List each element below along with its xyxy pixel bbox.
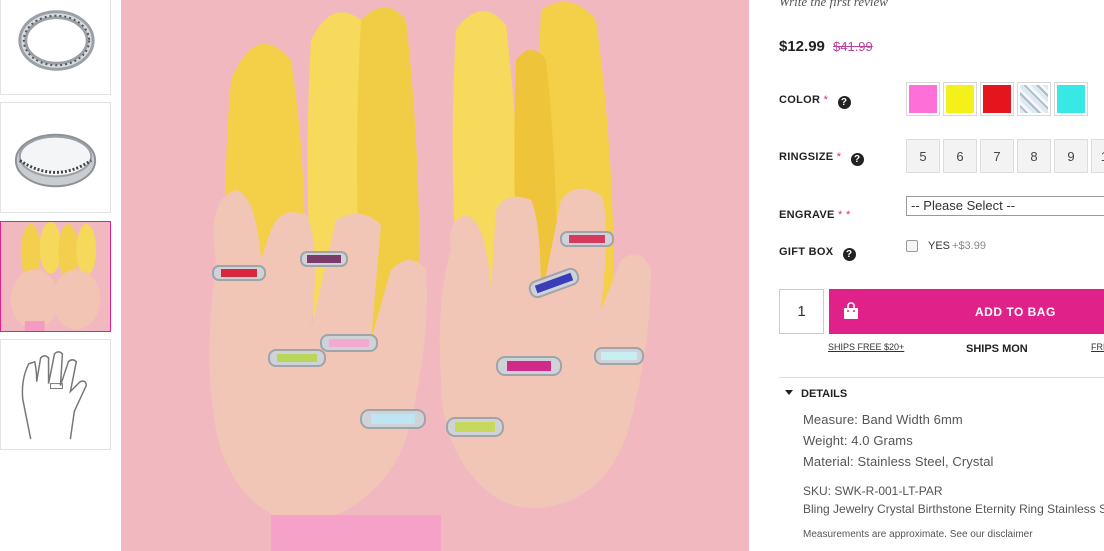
thumbnail-size-guide[interactable] [0,339,111,450]
swatch-crystal-fill [1020,85,1048,113]
color-label-text: COLOR [779,94,821,106]
hands-bananas-thumbnail-image [1,222,110,331]
measurements-disclaimer[interactable]: Measurements are approximate. See our di… [803,529,1033,540]
detail-sku: SKU: SWK-R-001-LT-PAR [803,484,943,498]
giftbox-yes-label: YES [928,240,951,252]
giftbox-price: +$3.99 [952,240,986,252]
thumbnail-ring-front[interactable] [0,0,111,95]
swatch-yellow[interactable] [943,82,977,116]
size-option-7[interactable]: 7 [980,139,1014,173]
swatch-crystal[interactable] [1017,82,1051,116]
size-option-5[interactable]: 5 [906,139,940,173]
ringsize-help-icon[interactable]: ? [850,153,864,166]
caret-down-icon [785,390,793,395]
original-price: $41.99 [833,39,873,54]
swatch-pink[interactable] [906,82,940,116]
quantity-input[interactable]: 1 [779,289,824,334]
hands-with-rings-photo [121,0,749,551]
detail-weight: Weight: 4.0 Grams [803,433,913,448]
details-toggle[interactable]: DETAILS [785,388,847,400]
engrave-select[interactable]: -- Please Select -- [906,196,1104,216]
ringsize-label-text: RINGSIZE [779,151,834,163]
color-help-icon[interactable]: ? [837,96,851,109]
sale-price: $12.99 [779,38,825,55]
detail-measure: Measure: Band Width 6mm [803,412,963,427]
swatch-red-fill [983,85,1011,113]
write-review-link[interactable]: Write the first review [779,0,888,10]
ringsize-options: 5 6 7 8 9 10 [906,139,1104,173]
engrave-label-text: ENGRAVE [779,209,835,221]
free-returns-link[interactable]: FREE [1091,342,1104,352]
size-option-6[interactable]: 6 [943,139,977,173]
color-required-mark: * [823,94,829,106]
size-option-9[interactable]: 9 [1054,139,1088,173]
ring-front-image [1,0,110,94]
ringsize-label: RINGSIZE * ? [779,151,864,166]
engrave-required-mark: * * [838,209,851,221]
product-panel: Write the first review $12.99 $41.99 COL… [779,0,1104,551]
size-option-8[interactable]: 8 [1017,139,1051,173]
swatch-aqua[interactable] [1054,82,1088,116]
giftbox-help-icon[interactable]: ? [842,248,856,261]
hand-sketch-image [1,340,110,449]
thumbnail-ring-side[interactable] [0,102,111,213]
color-swatches [906,82,1091,116]
section-divider [779,377,1104,378]
giftbox-option: YES +$3.99 [906,240,986,252]
giftbox-checkbox[interactable] [906,240,918,252]
detail-material: Material: Stainless Steel, Crystal [803,454,994,469]
shopping-bag-icon [844,302,858,319]
ships-free-link[interactable]: SHIPS FREE $20+ [828,342,904,352]
size-option-10[interactable]: 10 [1091,139,1104,173]
color-label: COLOR * ? [779,94,851,109]
ring-side-image [1,103,110,212]
swatch-aqua-fill [1057,85,1085,113]
ringsize-required-mark: * [836,151,842,163]
swatch-red[interactable] [980,82,1014,116]
details-heading: DETAILS [801,388,848,400]
detail-product-name: Bling Jewelry Crystal Birthstone Eternit… [803,502,1104,516]
swatch-pink-fill [909,85,937,113]
thumbnail-hands-bananas[interactable] [0,221,111,332]
add-to-bag-button[interactable]: ADD TO BAG [829,289,1104,334]
add-to-bag-label: ADD TO BAG [975,305,1056,319]
ships-day-text: SHIPS MON [966,343,1028,355]
giftbox-label-text: GIFT BOX [779,246,834,258]
engrave-label: ENGRAVE * * [779,209,851,221]
main-product-image[interactable] [121,0,749,551]
swatch-yellow-fill [946,85,974,113]
giftbox-label: GIFT BOX ? [779,246,856,261]
